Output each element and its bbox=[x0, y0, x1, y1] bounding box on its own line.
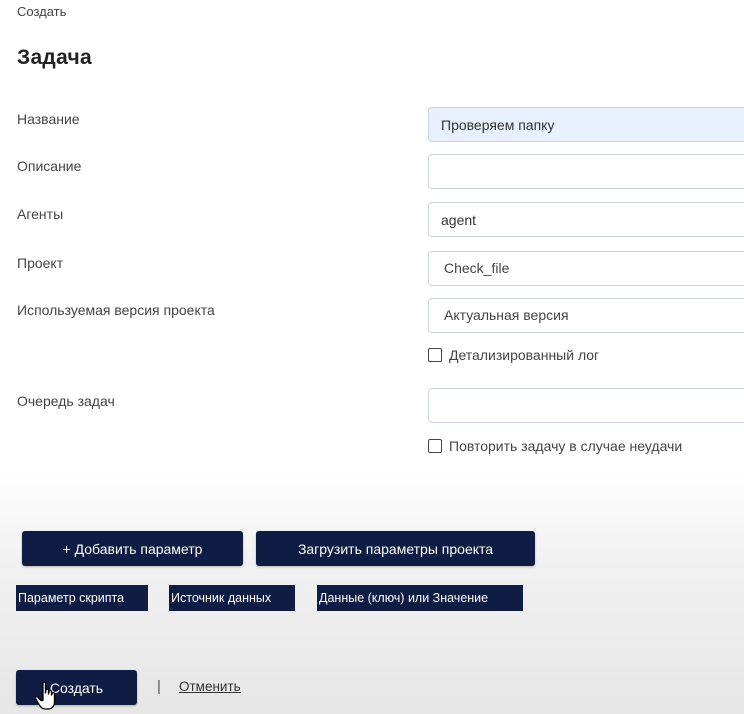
project-label: Проект bbox=[17, 255, 64, 271]
version-label: Используемая версия проекта bbox=[17, 302, 215, 318]
detailed-log-label: Детализированный лог bbox=[449, 347, 600, 363]
separator: | bbox=[157, 678, 161, 695]
add-parameter-button[interactable]: + Добавить параметр bbox=[22, 531, 243, 566]
name-input[interactable] bbox=[428, 107, 744, 142]
agents-label: Агенты bbox=[17, 206, 64, 222]
retry-label: Повторить задачу в случае неудачи bbox=[449, 438, 683, 454]
queue-input[interactable] bbox=[428, 388, 744, 423]
checkbox-icon[interactable] bbox=[428, 348, 442, 362]
version-select[interactable]: Актуальная версия bbox=[428, 298, 744, 333]
load-project-params-button[interactable]: Загрузить параметры проекта bbox=[256, 531, 535, 566]
project-select[interactable]: Check_file bbox=[428, 251, 744, 286]
param-header-script-param: Параметр скрипта bbox=[16, 585, 148, 611]
name-label: Название bbox=[17, 111, 80, 127]
hand-pointer-icon bbox=[34, 681, 56, 710]
page-title: Задача bbox=[17, 46, 92, 69]
version-select-value: Актуальная версия bbox=[444, 307, 569, 323]
checkbox-icon[interactable] bbox=[428, 439, 442, 453]
cancel-link[interactable]: Отменить bbox=[179, 679, 241, 694]
project-select-value: Check_file bbox=[444, 260, 510, 276]
queue-label: Очередь задач bbox=[17, 393, 115, 409]
detailed-log-checkbox[interactable]: Детализированный лог bbox=[428, 347, 599, 363]
param-header-data-value: Данные (ключ) или Значение bbox=[317, 585, 523, 611]
param-header-data-source: Источник данных bbox=[169, 585, 295, 611]
description-label: Описание bbox=[17, 158, 82, 174]
retry-checkbox[interactable]: Повторить задачу в случае неудачи bbox=[428, 438, 682, 454]
breadcrumb: Создать bbox=[17, 4, 67, 19]
agents-input[interactable] bbox=[428, 202, 744, 237]
description-input[interactable] bbox=[428, 154, 744, 189]
